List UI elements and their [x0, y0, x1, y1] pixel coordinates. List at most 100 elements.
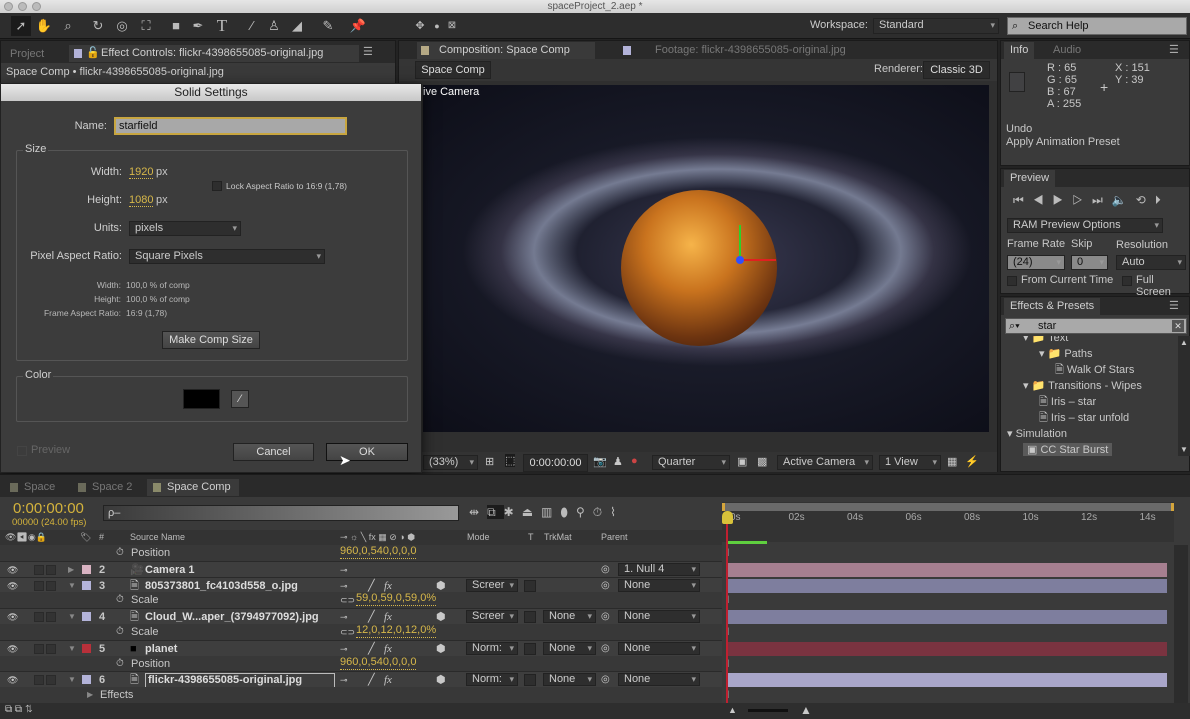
layer-duration-bar[interactable] [727, 610, 1167, 625]
tab-timeline-space[interactable]: Space [6, 479, 61, 496]
previous-frame-icon[interactable]: ◀ [1033, 193, 1053, 207]
preserve-transparency-switch[interactable] [524, 674, 536, 687]
eraser-tool-icon[interactable]: ◢ [287, 16, 307, 36]
visibility-eye-icon[interactable]: 👁 [7, 578, 18, 594]
parent-dropdown[interactable]: None [618, 673, 700, 687]
layer-name[interactable]: Camera 1 [145, 562, 195, 578]
tab-timeline-space-2[interactable]: Space 2 [74, 479, 138, 496]
layer-duration-bar[interactable] [727, 673, 1167, 688]
shy-switch-icon[interactable]: ⊸ [340, 672, 348, 688]
visibility-eye-icon[interactable]: 👁 [7, 672, 18, 688]
tab-timeline-space-comp[interactable]: Space Comp [147, 479, 239, 496]
constrain-proportions-icon[interactable]: ⊂⊃ [340, 592, 355, 608]
property-row[interactable]: ⏱Scale⊂⊃59,0,59,0,59,0%I [0, 592, 729, 609]
comp-mini-flowchart-icon[interactable]: ⇹ [469, 505, 487, 519]
current-time-button[interactable]: 0:00:00:00 [523, 454, 588, 472]
lock-aspect-checkbox[interactable] [212, 181, 222, 191]
collapse-triangle-icon[interactable]: ▼ [68, 609, 76, 625]
camera-track-tool-icon[interactable]: ⛶ [136, 16, 156, 36]
safe-margins-icon[interactable]: ⊞ [485, 455, 494, 468]
layer-row[interactable]: 👁 ▼ 6 🗎 flickr-4398655085-original.jpg ⊸ ╱ fx ⬢ N… [0, 671, 1167, 689]
selection-tool-icon[interactable]: ➚ [11, 16, 31, 36]
stopwatch-icon[interactable]: ⏱ [116, 592, 124, 608]
shy-switch-icon[interactable]: ⊸ [340, 641, 348, 657]
tab-effect-controls[interactable]: 🔓 Effect Controls: flickr-4398655085-ori… [69, 45, 359, 62]
tab-info[interactable]: Info [1004, 42, 1035, 59]
close-window-button[interactable] [4, 2, 13, 11]
layer-name[interactable]: planet [145, 641, 177, 657]
show-snapshot-icon[interactable]: ♟ [613, 455, 623, 468]
zoom-out-icon[interactable]: ▲ [728, 705, 737, 715]
region-of-interest-icon[interactable]: ⬚ [505, 454, 516, 467]
visibility-eye-icon[interactable]: 👁 [7, 562, 18, 578]
timeline-icon[interactable]: ▦ [947, 455, 957, 468]
stopwatch-icon[interactable]: ⏱ [593, 505, 610, 519]
solo-switch[interactable] [34, 564, 44, 575]
pick-whip-icon[interactable]: ◎ [601, 578, 610, 594]
brush-tool-icon[interactable]: ∕ [242, 16, 262, 36]
roto-brush-tool-icon[interactable]: ✎ [318, 16, 338, 36]
tab-effects-presets[interactable]: Effects & Presets [1004, 298, 1101, 315]
zoom-slider[interactable] [748, 709, 788, 712]
layer-row[interactable]: 👁 ▼ 5 ■ planet ⊸ ╱ fx ⬢ Norm: None ◎ None [0, 639, 1167, 657]
draft-3d-icon[interactable]: ⧉ [487, 505, 504, 519]
full-screen-checkbox[interactable] [1122, 276, 1132, 286]
next-frame-icon[interactable]: ▷ [1072, 193, 1092, 207]
visibility-eye-icon[interactable]: 👁 [7, 641, 18, 657]
last-frame-icon[interactable]: ⏭ [1092, 193, 1112, 207]
pick-whip-icon[interactable]: ◎ [601, 562, 610, 578]
units-dropdown[interactable]: pixels [129, 221, 241, 236]
effects-tree-item[interactable]: 🗎 Iris – star unfold [1039, 411, 1129, 426]
tab-audio[interactable]: Audio [1047, 42, 1087, 59]
quality-switch-icon[interactable]: ╱ [368, 672, 375, 688]
parent-dropdown[interactable]: None [618, 610, 700, 624]
property-value[interactable]: 960,0,540,0,0,0 [340, 545, 417, 559]
effects-tree-item[interactable]: ▾ 📁 Text [1023, 336, 1068, 346]
transparency-grid-icon[interactable]: ▩ [757, 455, 767, 468]
track-matte-dropdown[interactable]: None [543, 641, 596, 655]
cancel-button[interactable]: Cancel [233, 443, 314, 461]
layer-row[interactable]: 👁 ▼ 3 🗎 805373801_fc4103d558_o.jpg ⊸ ╱ fx ⬢ Scree… [0, 576, 1167, 594]
label-color-swatch[interactable] [82, 643, 91, 653]
layer-row[interactable]: 👁 ▼ 4 🗎 Cloud_W...aper_(3794977092).jpg ⊸ ╱ fx ⬢… [0, 608, 1167, 625]
preview-checkbox[interactable] [17, 446, 27, 456]
label-color-swatch[interactable] [82, 564, 91, 574]
3d-layer-icon[interactable]: ⬢ [436, 578, 446, 594]
quality-switch-icon[interactable]: ╱ [368, 578, 375, 594]
motion-blur-icon[interactable]: ▥ [541, 505, 560, 519]
flowchart-icon[interactable]: ⚡ [965, 455, 979, 468]
visibility-eye-icon[interactable]: 👁 [7, 609, 18, 625]
audio-icon[interactable]: 🔈 [1112, 193, 1136, 207]
color-swatch[interactable] [183, 389, 220, 409]
tab-preview[interactable]: Preview [1004, 170, 1056, 187]
tab-project[interactable]: Project [4, 46, 50, 63]
collapse-triangle-icon[interactable]: ▼ [68, 578, 76, 594]
label-color-swatch[interactable] [82, 580, 91, 590]
lock-switch[interactable] [46, 675, 56, 686]
loop-icon[interactable]: ⟲ [1136, 193, 1155, 207]
property-value[interactable]: 960,0,540,0,0,0 [340, 656, 417, 670]
solo-switch[interactable] [34, 675, 44, 686]
pick-whip-icon[interactable]: ◎ [601, 609, 610, 625]
time-ruler[interactable]: 0s 02s 04s 06s 08s 10s 12s 14s [722, 502, 1174, 544]
eyedropper-icon[interactable]: ⁄ [231, 390, 249, 408]
panel-menu-icon[interactable]: ☰ [363, 45, 373, 58]
lock-switch[interactable] [46, 643, 56, 654]
property-value[interactable]: 59,0,59,0,59,0% [356, 592, 437, 607]
minimize-window-button[interactable] [18, 2, 27, 11]
solo-switch[interactable] [34, 612, 44, 623]
type-tool-icon[interactable]: T [212, 16, 232, 36]
lock-switch[interactable] [46, 580, 56, 591]
collapse-triangle-icon[interactable]: ▼ [68, 672, 76, 688]
name-input[interactable]: starfield [114, 117, 347, 135]
lock-icon[interactable]: 🔓 [86, 45, 100, 62]
x-axis-gizmo[interactable] [741, 259, 776, 261]
planet-layer[interactable] [621, 190, 777, 346]
view-layout-dropdown[interactable]: 1 View [879, 455, 941, 470]
constrain-proportions-icon[interactable]: ⊂⊃ [340, 624, 355, 640]
lock-switch[interactable] [46, 612, 56, 623]
ram-preview-icon[interactable]: ⏵ [1155, 193, 1170, 207]
blend-mode-dropdown[interactable]: Norm: [466, 673, 518, 687]
timeline-scrollbar[interactable] [1174, 545, 1188, 703]
skip-dropdown[interactable]: 0 [1071, 255, 1108, 270]
